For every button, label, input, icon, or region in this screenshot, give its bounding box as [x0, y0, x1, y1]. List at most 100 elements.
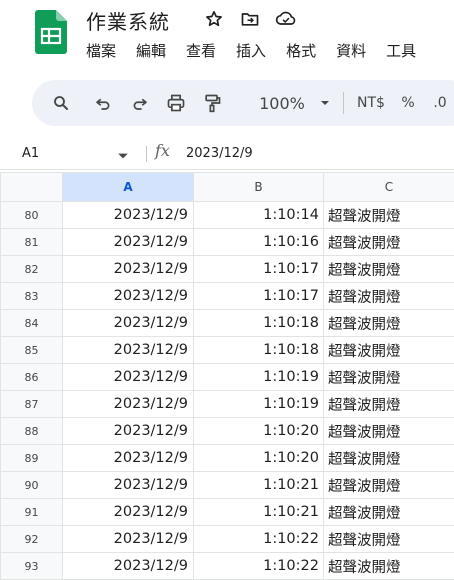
cell-date[interactable]: 2023/12/9 — [62, 471, 194, 499]
cell-label[interactable]: 超聲波開燈 — [323, 363, 454, 391]
row-header[interactable]: 87 — [0, 390, 63, 418]
cell-date[interactable]: 2023/12/9 — [62, 417, 194, 445]
cell-time[interactable]: 1:10:18 — [193, 309, 324, 337]
cell-date[interactable]: 2023/12/9 — [62, 498, 194, 526]
cell-time[interactable]: 1:10:22 — [193, 525, 324, 553]
menu-tools[interactable]: 工具 — [386, 40, 416, 61]
table-row: 91 2023/12/9 1:10:21 超聲波開燈 — [0, 498, 454, 526]
cell-time[interactable]: 1:10:22 — [193, 552, 324, 580]
cell-time[interactable]: 1:10:17 — [193, 255, 324, 283]
cell-label[interactable]: 超聲波開燈 — [323, 228, 454, 256]
cell-date[interactable]: 2023/12/9 — [62, 336, 194, 364]
percent-format-button[interactable]: % — [396, 80, 420, 126]
cell-date[interactable]: 2023/12/9 — [62, 444, 194, 472]
toolbar: 100% NT$ % .0 — [32, 80, 454, 126]
cell-label[interactable]: 超聲波開燈 — [323, 390, 454, 418]
cell-date[interactable]: 2023/12/9 — [62, 390, 194, 418]
menu-format[interactable]: 格式 — [286, 40, 316, 61]
table-row: 82 2023/12/9 1:10:17 超聲波開燈 — [0, 255, 454, 283]
menu-bar: 檔案 編輯 查看 插入 格式 資料 工具 — [86, 40, 416, 61]
cell-label[interactable]: 超聲波開燈 — [323, 309, 454, 337]
cloud-saved-icon[interactable] — [275, 8, 297, 30]
table-row: 86 2023/12/9 1:10:19 超聲波開燈 — [0, 363, 454, 391]
cell-label[interactable]: 超聲波開燈 — [323, 201, 454, 229]
menu-view[interactable]: 查看 — [186, 40, 216, 61]
cell-date[interactable]: 2023/12/9 — [62, 552, 194, 580]
row-header[interactable]: 90 — [0, 471, 63, 499]
select-all-corner[interactable] — [0, 172, 63, 202]
name-box-dropdown-icon[interactable] — [117, 147, 129, 166]
row-header[interactable]: 91 — [0, 498, 63, 526]
cell-time[interactable]: 1:10:19 — [193, 363, 324, 391]
name-box[interactable]: A1 — [22, 146, 39, 161]
table-row: 87 2023/12/9 1:10:19 超聲波開燈 — [0, 390, 454, 418]
zoom-select[interactable]: 100% — [254, 80, 310, 126]
search-menus-icon[interactable] — [46, 80, 76, 126]
row-header[interactable]: 92 — [0, 525, 63, 553]
currency-format-button[interactable]: NT$ — [352, 80, 390, 126]
cell-time[interactable]: 1:10:17 — [193, 282, 324, 310]
formula-separator — [146, 146, 147, 162]
cell-label[interactable]: 超聲波開燈 — [323, 255, 454, 283]
cell-date[interactable]: 2023/12/9 — [62, 282, 194, 310]
cell-label[interactable]: 超聲波開燈 — [323, 336, 454, 364]
table-row: 90 2023/12/9 1:10:21 超聲波開燈 — [0, 471, 454, 499]
doc-title[interactable]: 作業系統 — [86, 6, 170, 35]
cell-label[interactable]: 超聲波開燈 — [323, 498, 454, 526]
cell-label[interactable]: 超聲波開燈 — [323, 282, 454, 310]
cell-date[interactable]: 2023/12/9 — [62, 228, 194, 256]
row-header[interactable]: 89 — [0, 444, 63, 472]
app-header: 作業系統 檔案 編輯 查看 插入 格式 資料 工具 — [0, 0, 454, 72]
row-header[interactable]: 83 — [0, 282, 63, 310]
cell-time[interactable]: 1:10:16 — [193, 228, 324, 256]
cell-label[interactable]: 超聲波開燈 — [323, 471, 454, 499]
cell-label[interactable]: 超聲波開燈 — [323, 417, 454, 445]
menu-insert[interactable]: 插入 — [236, 40, 266, 61]
cell-time[interactable]: 1:10:20 — [193, 444, 324, 472]
cell-date[interactable]: 2023/12/9 — [62, 309, 194, 337]
cell-date[interactable]: 2023/12/9 — [62, 201, 194, 229]
table-row: 92 2023/12/9 1:10:22 超聲波開燈 — [0, 525, 454, 553]
zoom-dropdown-icon[interactable] — [317, 80, 333, 126]
row-header[interactable]: 81 — [0, 228, 63, 256]
row-header[interactable]: 86 — [0, 363, 63, 391]
cell-date[interactable]: 2023/12/9 — [62, 525, 194, 553]
print-icon[interactable] — [161, 80, 191, 126]
cell-time[interactable]: 1:10:18 — [193, 336, 324, 364]
cell-label[interactable]: 超聲波開燈 — [323, 444, 454, 472]
column-header-a[interactable]: A — [62, 172, 194, 202]
column-header-b[interactable]: B — [193, 172, 324, 202]
paint-format-icon[interactable] — [197, 80, 227, 126]
sheets-logo-icon[interactable] — [35, 10, 67, 54]
row-header[interactable]: 93 — [0, 552, 63, 580]
title-icons — [203, 8, 297, 30]
row-header[interactable]: 88 — [0, 417, 63, 445]
row-header[interactable]: 80 — [0, 201, 63, 229]
cell-date[interactable]: 2023/12/9 — [62, 363, 194, 391]
cell-time[interactable]: 1:10:19 — [193, 390, 324, 418]
table-row: 93 2023/12/9 1:10:22 超聲波開燈 — [0, 552, 454, 580]
cell-label[interactable]: 超聲波開燈 — [323, 552, 454, 580]
move-to-folder-icon[interactable] — [239, 8, 261, 30]
cell-label[interactable]: 超聲波開燈 — [323, 525, 454, 553]
menu-data[interactable]: 資料 — [336, 40, 366, 61]
menu-edit[interactable]: 編輯 — [136, 40, 166, 61]
star-icon[interactable] — [203, 8, 225, 30]
cell-time[interactable]: 1:10:14 — [193, 201, 324, 229]
row-header[interactable]: 82 — [0, 255, 63, 283]
column-header-c[interactable]: C — [323, 172, 454, 202]
cell-time[interactable]: 1:10:20 — [193, 417, 324, 445]
decrease-decimal-button[interactable]: .0 — [428, 80, 452, 126]
menu-file[interactable]: 檔案 — [86, 40, 116, 61]
cell-time[interactable]: 1:10:21 — [193, 498, 324, 526]
table-row: 80 2023/12/9 1:10:14 超聲波開燈 — [0, 201, 454, 229]
row-header[interactable]: 84 — [0, 309, 63, 337]
redo-icon[interactable] — [125, 80, 155, 126]
cell-date[interactable]: 2023/12/9 — [62, 255, 194, 283]
formula-input[interactable]: 2023/12/9 — [186, 146, 253, 161]
cell-time[interactable]: 1:10:21 — [193, 471, 324, 499]
undo-icon[interactable] — [88, 80, 118, 126]
formula-bar: A1 fx 2023/12/9 — [0, 138, 454, 170]
table-row: 84 2023/12/9 1:10:18 超聲波開燈 — [0, 309, 454, 337]
row-header[interactable]: 85 — [0, 336, 63, 364]
